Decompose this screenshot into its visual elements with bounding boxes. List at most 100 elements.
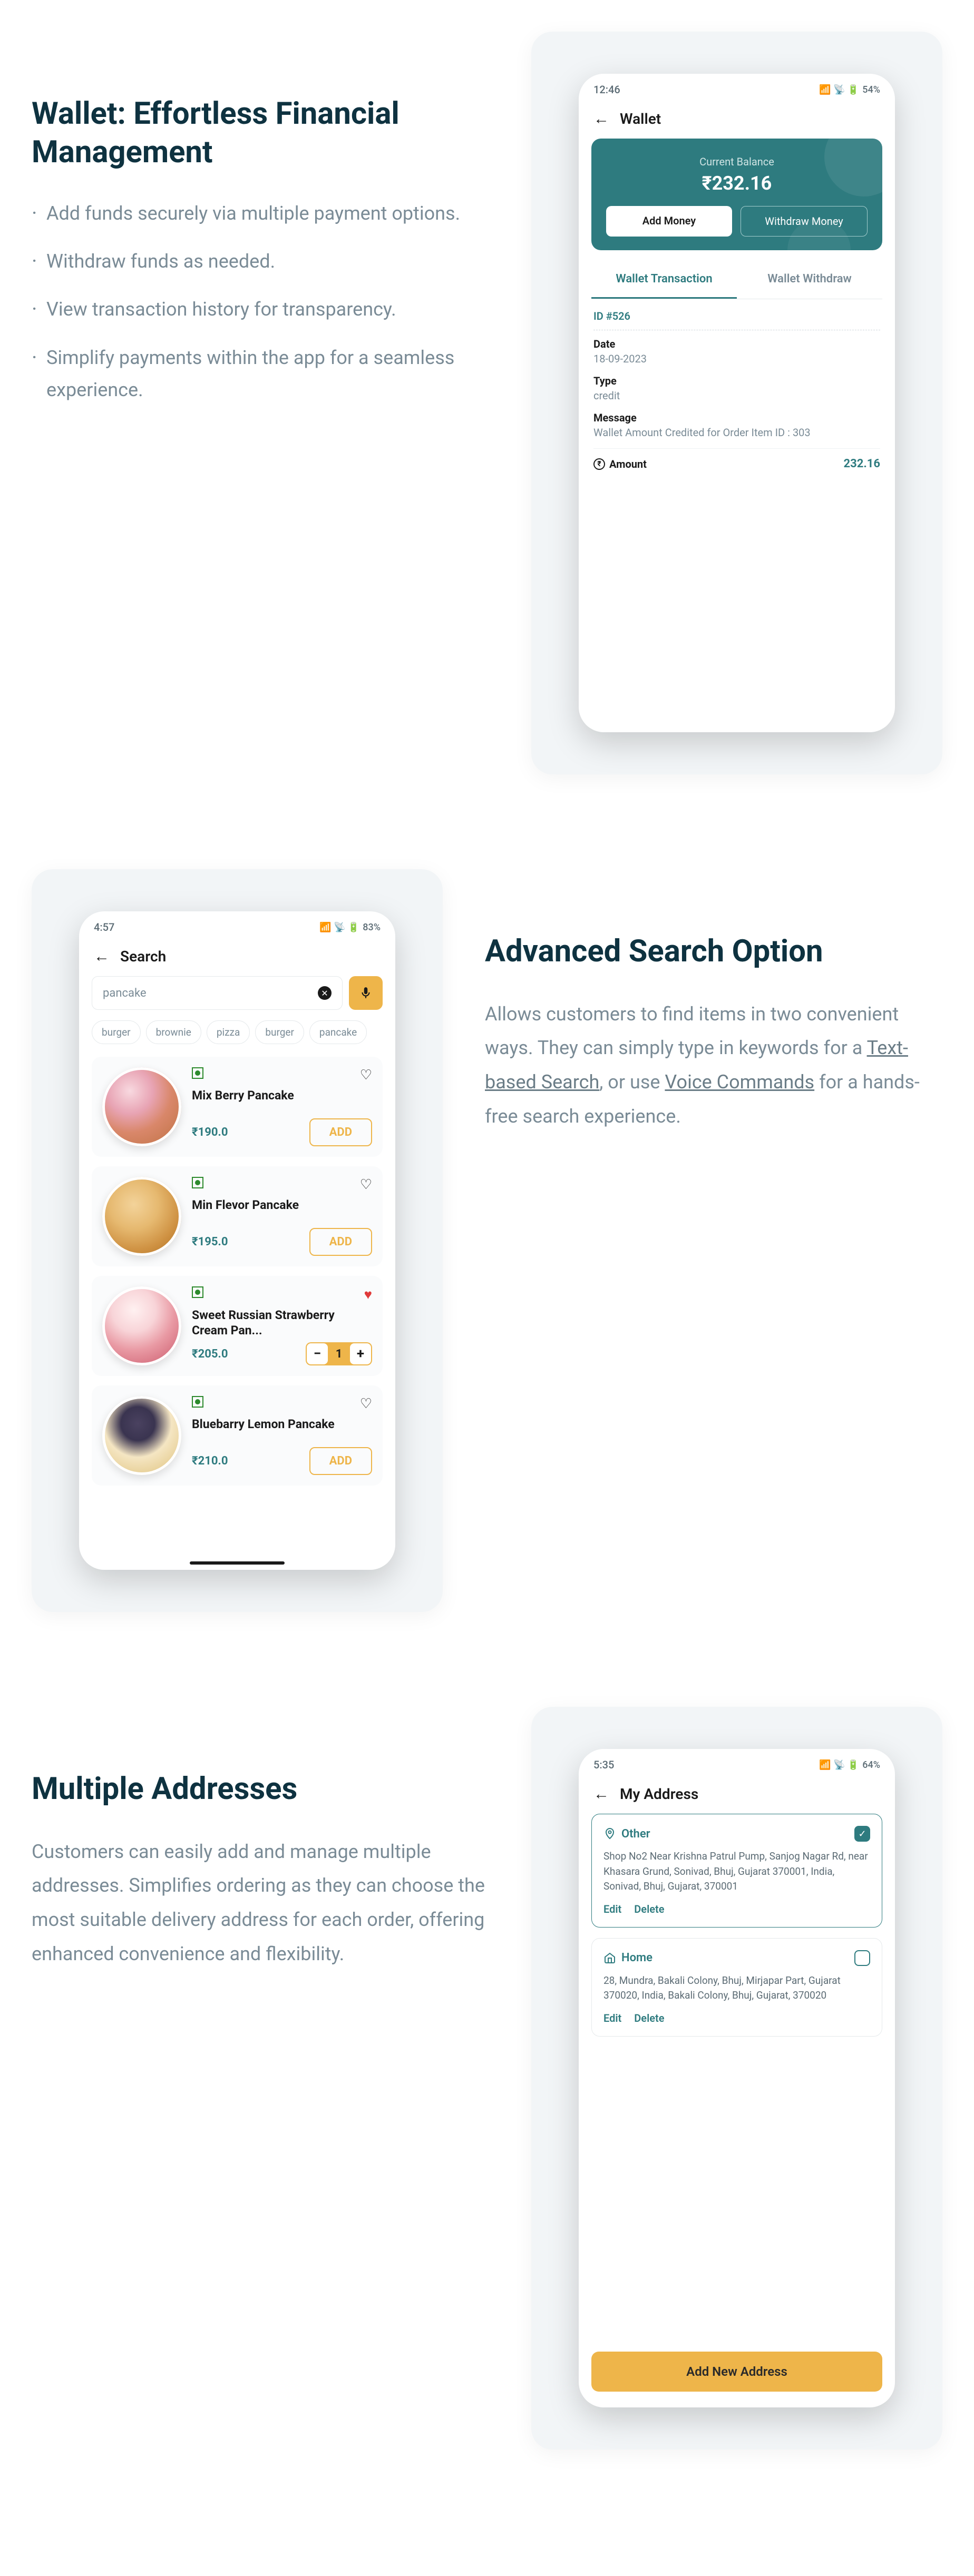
balance-card: Current Balance ₹232.16 Add Money Withdr… [591,139,882,250]
underline-text: Voice Commands [665,1071,814,1093]
msg-value: Wallet Amount Credited for Order Item ID… [593,426,880,439]
food-name: Sweet Russian Strawberry Cream Pan... [192,1308,372,1339]
status-icons: 📶 📡 🔋 83% [319,922,381,933]
balance-amount: ₹232.16 [606,172,868,194]
delete-button[interactable]: Delete [634,2012,664,2024]
rupee-icon: ₹ [593,458,605,470]
bullet: Add funds securely via multiple payment … [32,198,489,230]
favorite-icon[interactable]: ♡ [360,1177,372,1193]
clear-icon[interactable]: ✕ [318,986,332,1000]
tab-withdraw[interactable]: Wallet Withdraw [737,261,882,299]
wallet-heading: Wallet: Effortless Financial Management [32,95,489,171]
status-icons: 📶 📡 🔋 54% [819,84,880,95]
chip[interactable]: pizza [207,1020,250,1044]
price: ₹195.0 [192,1235,228,1248]
msg-label: Message [593,411,880,424]
address-card[interactable]: Other ✓ Shop No2 Near Krishna Patrul Pum… [591,1814,882,1928]
chip-row: burger brownie pizza burger pancake [92,1020,383,1044]
address-text: Multiple Addresses Customers can easily … [32,1707,489,1971]
amount-label: Amount [609,458,647,470]
status-bar: 4:57 📶 📡 🔋 83% [79,911,395,939]
search-paragraph: Allows customers to find items in two co… [485,997,942,1134]
add-money-button[interactable]: Add Money [606,206,732,237]
plus-button[interactable]: + [350,1343,371,1364]
food-card[interactable]: ♥ Sweet Russian Strawberry Cream Pan... … [92,1276,383,1376]
mic-button[interactable] [349,976,383,1010]
address-card[interactable]: Home 28, Mundra, Bakali Colony, Bhuj, Mi… [591,1938,882,2037]
chip[interactable]: pancake [309,1020,367,1044]
clock: 12:46 [593,83,620,96]
wallet-section: Wallet: Effortless Financial Management … [0,32,974,774]
address-heading: Multiple Addresses [32,1770,489,1808]
wallet-tabs: Wallet Transaction Wallet Withdraw [591,261,882,299]
price: ₹205.0 [192,1348,228,1361]
status-icons: 📶 📡 🔋 64% [819,1759,880,1771]
search-heading: Advanced Search Option [485,932,942,971]
address-body: Other ✓ Shop No2 Near Krishna Patrul Pum… [579,1814,895,2407]
back-icon[interactable]: ← [593,110,609,128]
bullet: Withdraw funds as needed. [32,245,489,278]
favorite-icon[interactable]: ♡ [360,1396,372,1412]
food-card[interactable]: ♡ Mix Berry Pancake ₹190.0ADD [92,1057,383,1157]
address-phone-wrap: 5:35 📶 📡 🔋 64% ← My Address Other ✓ Shop… [531,1707,942,2450]
favorite-icon[interactable]: ♥ [364,1286,372,1303]
add-button[interactable]: ADD [309,1118,372,1146]
page-title: My Address [620,1785,698,1803]
chip[interactable]: burger [255,1020,304,1044]
amount-value: 232.16 [844,457,881,470]
bullet: View transaction history for transparenc… [32,293,489,326]
date-value: 18-09-2023 [593,352,880,365]
title-bar: ← Wallet [579,101,895,139]
home-indicator [190,1561,285,1565]
balance-label: Current Balance [606,155,868,168]
food-name: Bluebarry Lemon Pancake [192,1417,372,1432]
address-tag: Other [621,1827,650,1841]
search-text: Advanced Search Option Allows customers … [485,869,942,1134]
minus-button[interactable]: − [307,1343,328,1364]
checkbox[interactable] [854,1950,870,1966]
veg-icon [192,1177,203,1188]
qty-value: 1 [329,1348,349,1361]
delete-button[interactable]: Delete [634,1903,664,1915]
wallet-phone: 12:46 📶 📡 🔋 54% ← Wallet Current Balance… [579,74,895,732]
edit-button[interactable]: Edit [603,1903,621,1915]
add-button[interactable]: ADD [309,1228,372,1256]
search-phone-wrap: 4:57 📶 📡 🔋 83% ← Search pancake ✕ [32,869,443,1612]
favorite-icon[interactable]: ♡ [360,1067,372,1083]
food-card[interactable]: ♡ Min Flevor Pancake ₹195.0 ADD [92,1166,383,1266]
title-bar: ← My Address [579,1776,895,1814]
tab-transaction[interactable]: Wallet Transaction [591,261,737,299]
type-value: credit [593,389,880,402]
wallet-bullets: Add funds securely via multiple payment … [32,198,489,406]
address-tag: Home [621,1951,652,1964]
food-name: Min Flevor Pancake [192,1198,372,1213]
address-text: 28, Mundra, Bakali Colony, Bhuj, Mirjapa… [603,1973,870,2003]
wallet-text: Wallet: Effortless Financial Management … [32,32,489,422]
chip[interactable]: burger [92,1020,141,1044]
address-section: Multiple Addresses Customers can easily … [0,1707,974,2450]
add-button[interactable]: ADD [309,1447,372,1475]
bullet: Simplify payments within the app for a s… [32,342,489,406]
search-input[interactable]: pancake ✕ [92,976,343,1010]
mic-icon [359,986,373,1000]
edit-button[interactable]: Edit [603,2012,621,2024]
back-icon[interactable]: ← [94,947,110,966]
add-address-button[interactable]: Add New Address [591,2352,882,2392]
food-card[interactable]: ♡ Bluebarry Lemon Pancake ₹210.0ADD [92,1385,383,1486]
wallet-phone-wrap: 12:46 📶 📡 🔋 54% ← Wallet Current Balance… [531,32,942,774]
food-image [102,1177,181,1256]
amount-row: ₹ Amount 232.16 [593,448,880,470]
page-title: Search [120,948,166,965]
food-image [102,1067,181,1146]
checkbox[interactable]: ✓ [854,1826,870,1842]
chip[interactable]: brownie [146,1020,201,1044]
address-text: Shop No2 Near Krishna Patrul Pump, Sanjo… [603,1849,870,1894]
txn-id: ID #526 [593,310,880,330]
home-icon [603,1952,616,1964]
clock: 4:57 [94,921,114,933]
date-label: Date [593,338,880,350]
withdraw-button[interactable]: Withdraw Money [741,206,868,237]
back-icon[interactable]: ← [593,1785,609,1803]
veg-icon [192,1286,203,1298]
search-body: pancake ✕ burger brownie pizza burger pa… [79,976,395,1570]
